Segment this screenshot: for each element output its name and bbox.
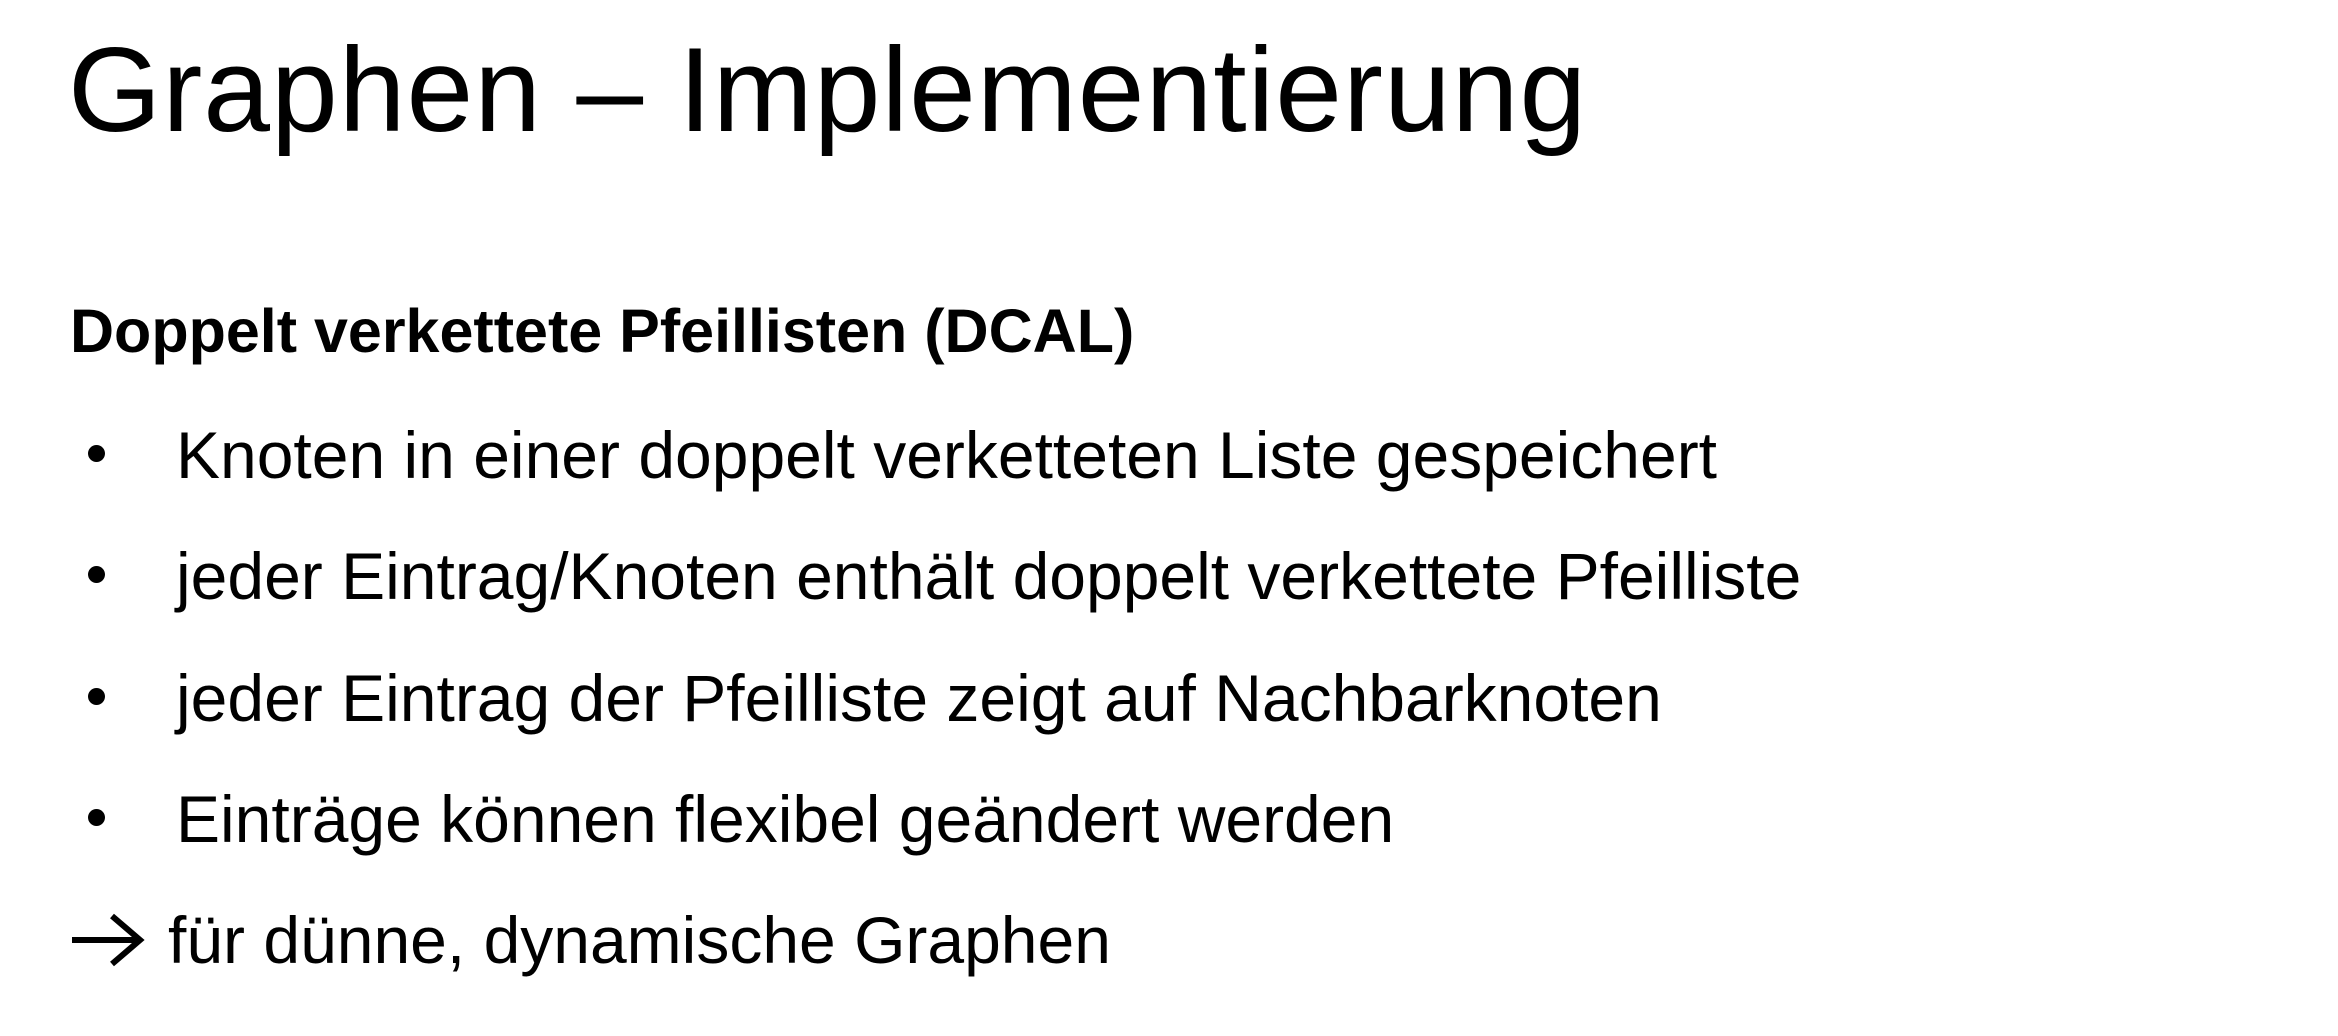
bullet-item: jeder Eintrag/Knoten enthält doppelt ver… <box>0 536 2338 626</box>
bullet-item: Einträge können flexibel geändert werden <box>0 779 2338 869</box>
bullet-text: jeder Eintrag/Knoten enthält doppelt ver… <box>176 539 1802 613</box>
bullet-item: Knoten in einer doppelt verketteten List… <box>0 415 2338 505</box>
bullet-text: Knoten in einer doppelt verketteten List… <box>176 418 1718 492</box>
section-heading: Doppelt verkettete Pfeillisten (DCAL) <box>70 297 1135 365</box>
bullet-text: jeder Eintrag der Pfeilliste zeigt auf N… <box>176 661 1662 735</box>
bullet-text: Einträge können flexibel geändert werden <box>176 782 1395 856</box>
bullet-item: jeder Eintrag der Pfeilliste zeigt auf N… <box>0 658 2338 748</box>
conclusion-line: für dünne, dynamische Graphen <box>0 900 2338 990</box>
bullet-dot-icon <box>88 445 105 462</box>
arrow-right-icon <box>72 913 145 967</box>
slide-title: Graphen – Implementierung <box>68 23 1588 157</box>
bullet-dot-icon <box>88 566 105 583</box>
bullet-dot-icon <box>88 688 105 705</box>
conclusion-text: für dünne, dynamische Graphen <box>168 903 1111 977</box>
bullet-dot-icon <box>88 809 105 826</box>
